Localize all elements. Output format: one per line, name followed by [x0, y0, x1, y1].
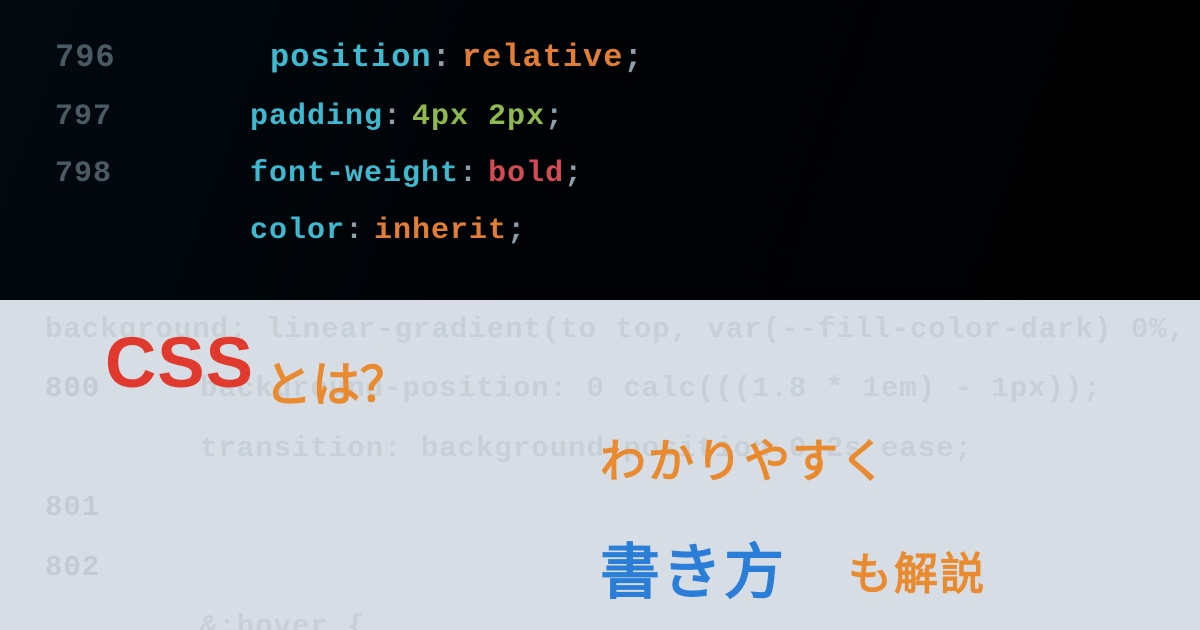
code-line-796: 796 position: relative;: [55, 28, 1200, 89]
code-line-797: 797 padding: 4px 2px;: [55, 89, 1200, 146]
css-property: padding: [250, 89, 383, 146]
line-number: 798: [55, 146, 250, 203]
colon: :: [345, 203, 364, 260]
css-property: position: [270, 28, 432, 89]
headline-css: CSS: [105, 323, 254, 404]
css-property: font-weight: [250, 146, 459, 203]
css-value: relative: [462, 28, 624, 89]
line-number: 796: [55, 28, 270, 89]
code-line-798: 798 font-weight: bold;: [55, 146, 1200, 203]
semicolon: ;: [545, 89, 564, 146]
code-editor-dark-region: 796 position: relative; 797 padding: 4px…: [0, 0, 1200, 300]
semicolon: ;: [564, 146, 583, 203]
css-property: color: [250, 203, 345, 260]
colon: :: [383, 89, 402, 146]
semicolon: ;: [623, 28, 643, 89]
code-line-color: color: inherit;: [55, 203, 1200, 260]
headline-mokaisetsu: も解説: [848, 538, 986, 602]
semicolon: ;: [507, 203, 526, 260]
line-number: 797: [55, 89, 250, 146]
colon: :: [432, 28, 452, 89]
headline-kakikata: 書き方: [600, 524, 786, 611]
headline-toha: とは？: [264, 345, 408, 415]
css-value: inherit: [374, 203, 507, 260]
css-value: bold: [488, 146, 564, 203]
colon: :: [459, 146, 478, 203]
css-value: 4px 2px: [412, 89, 545, 146]
headline-wakariyasuku: わかりやすく: [600, 425, 888, 491]
